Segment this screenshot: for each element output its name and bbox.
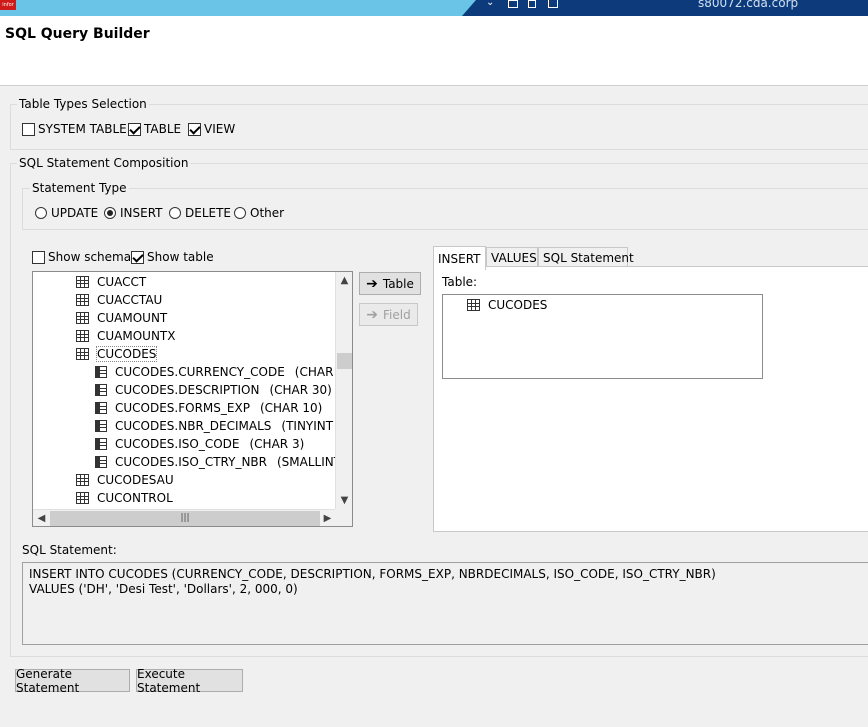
scroll-corner bbox=[335, 509, 352, 526]
radio-other[interactable]: Other bbox=[234, 206, 284, 220]
tab-sql-statement[interactable]: SQL Statement bbox=[538, 247, 634, 268]
column-icon bbox=[95, 456, 107, 468]
radio-update[interactable]: UPDATE bbox=[35, 206, 98, 220]
statement-type-label: Statement Type bbox=[30, 181, 129, 195]
execute-statement-button[interactable]: Execute Statement bbox=[136, 667, 243, 695]
table-icon bbox=[76, 330, 89, 342]
tree-item-table[interactable]: CUCODESAU bbox=[76, 471, 174, 489]
sql-statement-label: SQL Statement: bbox=[22, 543, 117, 557]
sql-statement-textarea[interactable]: INSERT INTO CUCODES (CURRENCY_CODE, DESC… bbox=[22, 562, 868, 645]
tree-horizontal-scrollbar[interactable]: ◀ ||| ▶ bbox=[33, 509, 336, 526]
system-table-checkbox[interactable]: SYSTEM TABLE bbox=[22, 122, 127, 136]
view-checkbox[interactable]: VIEW bbox=[188, 122, 235, 136]
tab-values[interactable]: VALUES bbox=[486, 247, 538, 268]
arrow-right-icon: ➔ bbox=[366, 306, 379, 323]
scroll-thumb[interactable]: ||| bbox=[50, 511, 320, 526]
tree-item-column[interactable]: CUCODES.ISO_CTRY_NBR (SMALLINT 5) bbox=[95, 453, 352, 471]
column-icon bbox=[95, 420, 107, 432]
table-tree[interactable]: CUACCT CUACCTAU CUAMOUNT CUAMOUNTX CUCOD… bbox=[32, 271, 353, 527]
arrow-right-icon: ➔ bbox=[366, 275, 378, 292]
generate-statement-button[interactable]: Generate Statement bbox=[15, 667, 130, 695]
tree-vertical-scrollbar[interactable]: ▲ ▼ bbox=[335, 272, 352, 509]
tree-item-column[interactable]: CUCODES.NBR_DECIMALS (TINYINT 3) bbox=[95, 417, 349, 435]
page-title: SQL Query Builder bbox=[5, 26, 150, 42]
column-icon bbox=[95, 384, 107, 396]
target-table-list[interactable]: CUCODES bbox=[442, 294, 763, 379]
table-checkbox[interactable]: TABLE bbox=[128, 122, 181, 136]
table-icon bbox=[76, 474, 89, 486]
table-label: Table: bbox=[442, 275, 478, 289]
checkbox-box[interactable] bbox=[188, 122, 201, 136]
tree-item-table[interactable]: CUACCT bbox=[76, 273, 146, 291]
tree-item-table-selected[interactable]: CUCODES bbox=[76, 345, 158, 363]
table-icon bbox=[76, 312, 89, 324]
target-table-item[interactable]: CUCODES bbox=[467, 296, 547, 314]
table-icon bbox=[467, 299, 480, 311]
app-logo-icon: infor bbox=[0, 0, 16, 10]
table-icon bbox=[76, 276, 89, 288]
chevron-down-icon[interactable]: ⌄ bbox=[486, 0, 494, 8]
table-icon bbox=[76, 348, 89, 360]
column-icon bbox=[95, 402, 107, 414]
checkbox-box[interactable] bbox=[22, 122, 35, 136]
table-icon bbox=[76, 294, 89, 306]
lock-icon[interactable] bbox=[528, 0, 536, 8]
composition-label: SQL Statement Composition bbox=[17, 156, 191, 170]
show-schema-checkbox[interactable]: Show schema bbox=[32, 250, 131, 264]
server-name: s80072.cda.corp bbox=[698, 0, 799, 10]
add-table-button[interactable]: ➔ Table bbox=[359, 272, 421, 295]
scroll-right-icon[interactable]: ▶ bbox=[319, 510, 336, 526]
tree-item-table[interactable]: CUACCTAU bbox=[76, 291, 162, 309]
tree-item-column[interactable]: CUCODES.DESCRIPTION (CHAR 30) bbox=[95, 381, 332, 399]
tree-item-column[interactable]: CUCODES.ISO_CODE (CHAR 3) bbox=[95, 435, 304, 453]
add-field-button[interactable]: ➔ Field bbox=[359, 303, 418, 326]
window-icon[interactable] bbox=[508, 0, 518, 8]
tree-item-column[interactable]: CUCODES.CURRENCY_CODE (CHAR 5) bbox=[95, 363, 350, 381]
scroll-thumb[interactable] bbox=[337, 353, 352, 369]
show-table-checkbox[interactable]: Show table bbox=[131, 250, 214, 264]
tree-item-table[interactable]: CUCONTROL bbox=[76, 489, 173, 507]
radio-insert[interactable]: INSERT bbox=[104, 206, 163, 220]
table-icon bbox=[76, 492, 89, 504]
title-area: SQL Query Builder bbox=[0, 16, 868, 86]
scroll-left-icon[interactable]: ◀ bbox=[33, 510, 50, 526]
signal-icon[interactable] bbox=[548, 0, 558, 8]
tree-item-table[interactable]: CUAMOUNTX bbox=[76, 327, 175, 345]
column-icon bbox=[95, 366, 107, 378]
column-icon bbox=[95, 438, 107, 450]
checkbox-box[interactable] bbox=[128, 122, 141, 136]
tab-insert[interactable]: INSERT bbox=[433, 246, 486, 270]
window-top-bar: infor ⌄ s80072.cda.corp bbox=[0, 0, 868, 16]
tree-item-table[interactable]: CUAMOUNT bbox=[76, 309, 167, 327]
scroll-down-icon[interactable]: ▼ bbox=[336, 492, 352, 509]
radio-delete[interactable]: DELETE bbox=[169, 206, 231, 220]
server-toolbar: ⌄ s80072.cda.corp bbox=[462, 0, 868, 16]
tree-item-column[interactable]: CUCODES.FORMS_EXP (CHAR 10) bbox=[95, 399, 322, 417]
scroll-up-icon[interactable]: ▲ bbox=[336, 272, 352, 289]
table-types-label: Table Types Selection bbox=[17, 97, 149, 111]
